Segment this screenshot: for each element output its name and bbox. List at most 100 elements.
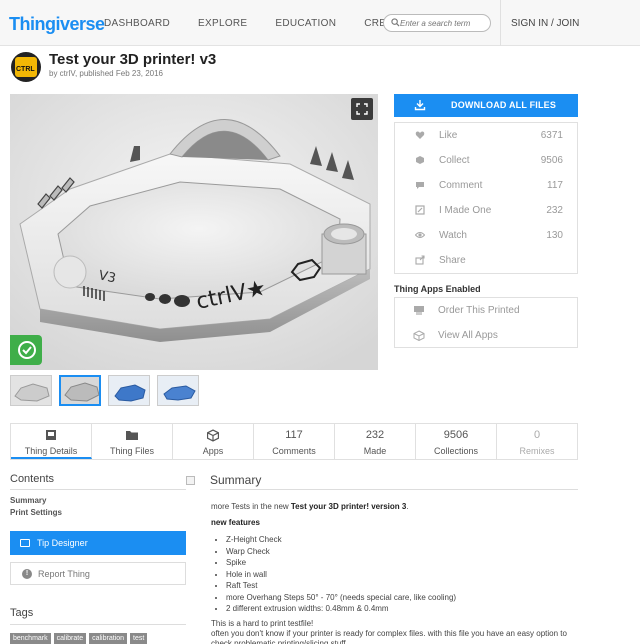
search-box[interactable] <box>383 14 491 32</box>
order-printed-label: Order This Printed <box>438 305 520 316</box>
tab-comments[interactable]: 117 Comments <box>254 424 335 459</box>
download-all-files-button[interactable]: DOWNLOAD ALL FILES <box>394 94 578 117</box>
contents-heading: Contents <box>10 473 55 485</box>
sign-in-link[interactable]: SIGN IN / JOIN <box>511 18 579 29</box>
tab-remixes-count: 0 <box>533 429 541 441</box>
collect-label: Collect <box>439 155 470 166</box>
download-icon <box>414 100 426 111</box>
main-thing-image[interactable]: ctrlV★ V3 <box>10 94 378 370</box>
list-item: Warp Check <box>226 546 456 558</box>
features-list: Z-Height Check Warp Check Spike Hole in … <box>226 534 456 615</box>
nav-education[interactable]: EDUCATION <box>275 18 336 29</box>
cube-icon <box>206 429 220 442</box>
tab-thing-files-label: Thing Files <box>109 446 154 456</box>
tip-designer-button[interactable]: Tip Designer <box>10 531 186 555</box>
thumbnail-2[interactable] <box>59 375 101 406</box>
view-all-apps-row[interactable]: View All Apps <box>395 323 579 348</box>
comment-icon <box>416 182 424 189</box>
made-icon <box>415 205 425 215</box>
test-print-render: ctrlV★ V3 <box>10 94 378 370</box>
broken-image-icon <box>186 476 195 485</box>
report-thing-label: Report Thing <box>38 569 90 579</box>
comment-row[interactable]: Comment 117 <box>395 173 579 198</box>
made-count: 232 <box>546 205 563 216</box>
money-icon <box>20 539 30 547</box>
summary-heading: Summary <box>210 473 262 487</box>
thingiverse-logo[interactable]: Thingiverse <box>9 14 105 35</box>
tab-thing-details[interactable]: Thing Details <box>11 424 92 459</box>
thumbnail-1[interactable] <box>10 375 52 406</box>
watch-count: 130 <box>546 230 563 241</box>
list-item: more Overhang Steps 50° - 70° (needs spe… <box>226 592 456 604</box>
makerbot-ready-badge[interactable] <box>10 335 42 365</box>
tag-list: benchmark calibrate calibration test <box>10 633 148 644</box>
collect-icon <box>416 156 424 164</box>
contents-print-settings-link[interactable]: Print Settings <box>10 508 62 517</box>
report-thing-button[interactable]: ! Report Thing <box>10 562 186 585</box>
nav-dashboard[interactable]: DASHBOARD <box>104 18 170 29</box>
divider <box>210 489 578 490</box>
tag-benchmark[interactable]: benchmark <box>10 633 51 644</box>
tag-calibration[interactable]: calibration <box>89 633 128 644</box>
summary-outro-2: often you don't know if your printer is … <box>211 629 567 644</box>
thumbnail-4[interactable] <box>157 375 199 406</box>
order-printed-row[interactable]: Order This Printed <box>395 298 579 323</box>
made-label: I Made One <box>439 205 492 216</box>
search-input[interactable] <box>400 16 488 30</box>
printer-icon <box>414 306 424 315</box>
expand-icon[interactable] <box>351 98 373 120</box>
tip-designer-label: Tip Designer <box>37 538 88 548</box>
tab-thing-details-label: Thing Details <box>24 446 78 456</box>
list-item: 2 different extrusion widths: 0.48mm & 0… <box>226 603 456 615</box>
summary-intro: more Tests in the new Test your 3D print… <box>211 502 409 511</box>
share-icon <box>415 255 425 265</box>
contents-summary-link[interactable]: Summary <box>10 496 46 505</box>
list-item: Spike <box>226 557 456 569</box>
tab-remixes[interactable]: 0 Remixes <box>497 424 577 459</box>
tab-comments-label: Comments <box>272 446 316 456</box>
list-item: Hole in wall <box>226 569 456 581</box>
tag-test[interactable]: test <box>130 633 148 644</box>
like-row[interactable]: Like 6371 <box>395 123 579 148</box>
stats-panel: Like 6371 Collect 9506 Comment 117 I Mad… <box>394 122 578 274</box>
summary-intro-post: . <box>406 502 409 511</box>
collect-row[interactable]: Collect 9506 <box>395 148 579 173</box>
nav-divider <box>500 0 501 46</box>
watch-label: Watch <box>439 230 467 241</box>
list-item: Raft Test <box>226 580 456 592</box>
tab-collections-label: Collections <box>433 446 479 456</box>
tag-calibrate[interactable]: calibrate <box>53 633 87 644</box>
view-all-apps-label: View All Apps <box>438 330 498 341</box>
tab-comments-count: 117 <box>285 429 303 441</box>
tab-thing-files[interactable]: Thing Files <box>92 424 173 459</box>
made-row[interactable]: I Made One 232 <box>395 198 579 223</box>
cube-icon <box>413 330 425 341</box>
apps-heading: Thing Apps Enabled <box>394 284 481 294</box>
divider <box>10 489 186 490</box>
tab-collections[interactable]: 9506 Collections <box>416 424 497 459</box>
tab-remixes-label: Remixes <box>519 446 555 456</box>
comment-label: Comment <box>439 180 483 191</box>
alert-icon: ! <box>22 569 32 579</box>
thumbnail-3[interactable] <box>108 375 150 406</box>
collect-count: 9506 <box>540 155 563 166</box>
comment-count: 117 <box>547 180 563 191</box>
summary-intro-bold: Test your 3D printer! version 3 <box>290 502 407 511</box>
tab-made-count: 232 <box>365 429 385 441</box>
tags-heading: Tags <box>10 607 34 619</box>
share-label: Share <box>439 255 466 266</box>
tab-made-label: Made <box>363 446 387 456</box>
tab-made[interactable]: 232 Made <box>335 424 416 459</box>
share-row[interactable]: Share <box>395 248 579 273</box>
apps-panel: Order This Printed View All Apps <box>394 297 578 348</box>
like-count: 6371 <box>540 130 563 141</box>
nav-explore[interactable]: EXPLORE <box>198 18 247 29</box>
details-icon <box>46 430 56 440</box>
heart-icon <box>415 131 425 139</box>
byline[interactable]: by ctrlV, published Feb 23, 2016 <box>49 69 163 78</box>
thing-tabs: Thing Details Thing Files Apps 117 Comme… <box>10 423 578 460</box>
search-icon <box>391 18 400 27</box>
tab-apps[interactable]: Apps <box>173 424 254 459</box>
avatar[interactable]: CTRL <box>11 52 41 82</box>
watch-row[interactable]: Watch 130 <box>395 223 579 248</box>
